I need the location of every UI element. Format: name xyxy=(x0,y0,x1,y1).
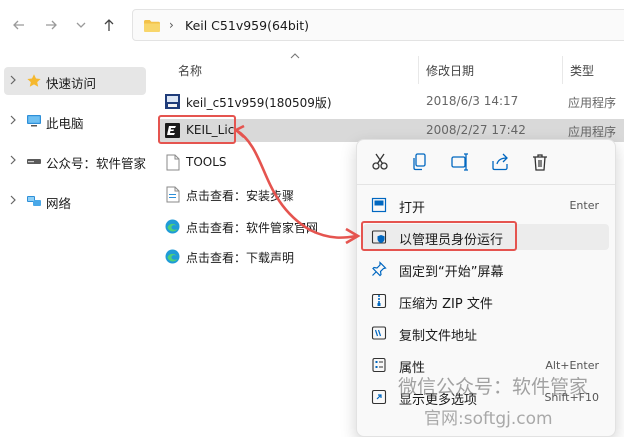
watermark-url: 官网:softgj.com xyxy=(424,409,553,429)
annotation-arrow xyxy=(233,124,361,245)
watermark-text: 微信公众号：软件管家 xyxy=(398,376,589,398)
